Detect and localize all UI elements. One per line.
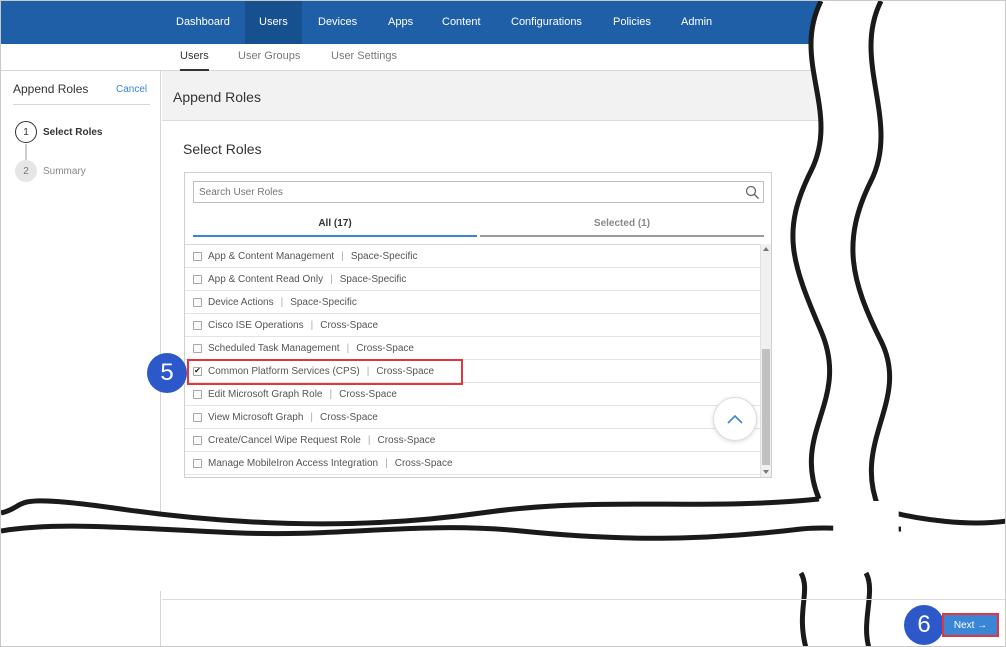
role-checkbox[interactable] — [193, 320, 202, 330]
step-callout-6: 6 — [904, 605, 944, 645]
step-callout-5: 5 — [147, 353, 187, 393]
page-title: Append Roles — [173, 89, 261, 105]
role-row[interactable]: Create/Cancel Wipe Request Role | Cross-Sp… — [185, 429, 760, 452]
role-row[interactable]: View Microsoft Graph | Cross-Space — [185, 406, 760, 429]
role-scope: Space-Specific — [290, 296, 357, 308]
role-separator: | — [341, 250, 344, 262]
role-name: Scheduled Task Management — [208, 342, 340, 354]
role-row[interactable]: Edit Microsoft Graph Role | Cross-Space — [185, 383, 760, 406]
nav-apps[interactable]: Apps — [374, 1, 427, 44]
role-scope: Cross-Space — [356, 342, 414, 354]
scroll-down-arrow-icon[interactable] — [763, 470, 769, 474]
role-checkbox[interactable] — [193, 251, 202, 261]
section-title: Select Roles — [183, 141, 262, 157]
step-connector — [25, 144, 27, 160]
role-separator: | — [346, 342, 350, 354]
role-scope: Cross-Space — [377, 434, 436, 446]
step-number: 1 — [15, 121, 37, 143]
role-checkbox[interactable] — [193, 458, 202, 468]
sub-nav: Users User Groups User Settings — [1, 44, 1005, 71]
avatar[interactable] — [976, 10, 1002, 36]
role-row[interactable]: Scheduled Task Management | Cross-Space — [185, 337, 760, 360]
role-separator: | — [385, 457, 388, 469]
footer-divider — [162, 599, 1005, 600]
search-icon[interactable] — [745, 185, 760, 200]
scrollbar[interactable] — [760, 244, 771, 477]
cancel-link[interactable]: Cancel — [116, 84, 147, 95]
app-frame: Dashboard Users Devices Apps Content Con… — [0, 0, 1006, 647]
wizard-step-summary[interactable]: 2 Summary — [15, 160, 86, 182]
nav-admin[interactable]: Admin — [667, 1, 726, 44]
role-name: App & Content Read Only — [208, 273, 324, 285]
role-scope: Space-Specific — [350, 250, 418, 262]
role-row[interactable]: Cisco ISE Operations | Cross-Space — [185, 314, 760, 337]
highlight-box — [187, 359, 463, 385]
chevron-up-icon — [727, 414, 743, 424]
wizard-step-select-roles[interactable]: 1 Select Roles — [15, 121, 102, 143]
role-row[interactable]: Manage MobileIron Access Integration | Cro… — [185, 452, 760, 475]
role-row[interactable]: Device Actions | Space-Specific — [185, 291, 760, 314]
main-header: Append Roles — [162, 71, 1005, 121]
role-row[interactable]: App & Content Management | Space-Specific — [185, 245, 760, 268]
role-row[interactable]: App & Content Read Only | Space-Specific — [185, 268, 760, 291]
nav-policies[interactable]: Policies — [599, 1, 665, 44]
nav-configurations[interactable]: Configurations — [497, 1, 596, 44]
top-nav: Dashboard Users Devices Apps Content Con… — [1, 1, 1005, 44]
nav-content[interactable]: Content — [428, 1, 495, 44]
role-name: Create/Cancel Wipe Request Role — [208, 434, 361, 446]
search-input[interactable] — [194, 182, 763, 203]
role-checkbox[interactable] — [193, 435, 202, 445]
role-name: Manage MobileIron Access Integration — [208, 457, 379, 469]
nav-users[interactable]: Users — [245, 1, 302, 44]
role-separator: | — [310, 319, 314, 331]
step-number: 2 — [15, 160, 37, 182]
tab-all[interactable]: All (17) — [193, 213, 477, 237]
next-button[interactable]: Next → — [942, 613, 999, 637]
user-icon — [980, 16, 998, 34]
subnav-user-settings[interactable]: User Settings — [331, 44, 397, 71]
roles-panel: All (17) Selected (1) App & Content Mana… — [184, 172, 772, 478]
role-scope: Cross-Space — [394, 457, 453, 469]
role-checkbox[interactable] — [193, 389, 202, 399]
role-name: Edit Microsoft Graph Role — [208, 388, 323, 400]
wizard-sidebar: Append Roles Cancel 1 Select Roles 2 Sum… — [1, 71, 161, 646]
role-separator: | — [367, 434, 371, 446]
role-scope: Cross-Space — [320, 411, 378, 423]
role-name: Device Actions — [208, 296, 274, 308]
step-label: Select Roles — [43, 126, 103, 138]
role-name: View Microsoft Graph — [208, 411, 304, 423]
role-separator: | — [280, 296, 284, 308]
wizard-title: Append Roles — [13, 82, 89, 96]
step-label: Summary — [43, 165, 86, 177]
bell-icon[interactable] — [935, 12, 955, 32]
divider — [13, 104, 150, 105]
subnav-user-groups[interactable]: User Groups — [238, 44, 300, 71]
role-separator: | — [330, 273, 333, 285]
nav-devices[interactable]: Devices — [304, 1, 371, 44]
scrollbar-thumb[interactable] — [762, 349, 770, 465]
role-scope: Cross-Space — [339, 388, 397, 400]
nav-dashboard[interactable]: Dashboard — [162, 1, 244, 44]
role-scope: Cross-Space — [320, 319, 379, 331]
subnav-users[interactable]: Users — [180, 44, 209, 71]
role-checkbox[interactable] — [193, 274, 202, 284]
role-name: Cisco ISE Operations — [208, 319, 304, 331]
role-separator: | — [329, 388, 333, 400]
scroll-up-arrow-icon[interactable] — [763, 247, 769, 251]
role-name: App & Content Management — [208, 250, 335, 262]
role-checkbox[interactable] — [193, 412, 202, 422]
tab-selected[interactable]: Selected (1) — [480, 213, 764, 237]
role-scope: Space-Specific — [339, 273, 407, 285]
role-checkbox[interactable] — [193, 343, 202, 353]
role-separator: | — [310, 411, 314, 423]
role-checkbox[interactable] — [193, 297, 202, 307]
search-field — [193, 181, 764, 203]
scroll-to-top-button[interactable] — [713, 397, 757, 441]
